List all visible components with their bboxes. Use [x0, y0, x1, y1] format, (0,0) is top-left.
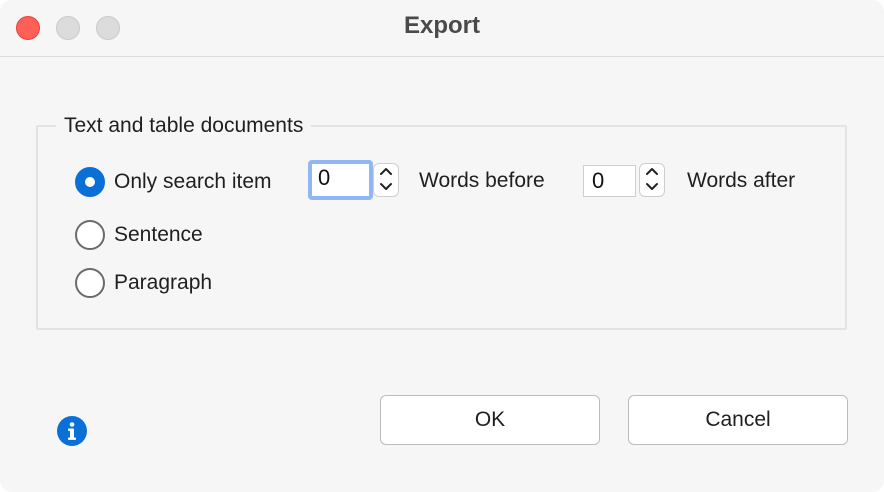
- radio-sentence[interactable]: [75, 220, 105, 250]
- radio-only-search-item[interactable]: [75, 167, 105, 197]
- chevron-up-icon[interactable]: [374, 164, 398, 180]
- chevron-up-icon[interactable]: [640, 164, 664, 180]
- chevron-down-icon[interactable]: [640, 180, 664, 196]
- window-title: Export: [403, 12, 480, 39]
- radio-paragraph[interactable]: [75, 268, 105, 298]
- info-icon[interactable]: [57, 416, 87, 446]
- export-dialog: Export Text and table documents Only sea…: [0, 0, 884, 492]
- cancel-button[interactable]: Cancel: [628, 395, 848, 445]
- words-after-label: Words after: [687, 169, 796, 192]
- words-before-label: Words before: [419, 169, 545, 192]
- words-before-input[interactable]: 0: [308, 160, 373, 200]
- words-after-stepper[interactable]: [639, 163, 665, 197]
- words-after-input[interactable]: 0: [583, 165, 636, 197]
- radio-only-search-item-label[interactable]: Only search item: [114, 170, 272, 194]
- chevron-down-icon[interactable]: [374, 180, 398, 196]
- title-bar: Export: [0, 0, 884, 57]
- group-label: Text and table documents: [56, 114, 312, 138]
- radio-paragraph-label[interactable]: Paragraph: [114, 271, 212, 295]
- radio-sentence-label[interactable]: Sentence: [114, 223, 203, 247]
- ok-button[interactable]: OK: [380, 395, 600, 445]
- words-before-stepper[interactable]: [373, 163, 399, 197]
